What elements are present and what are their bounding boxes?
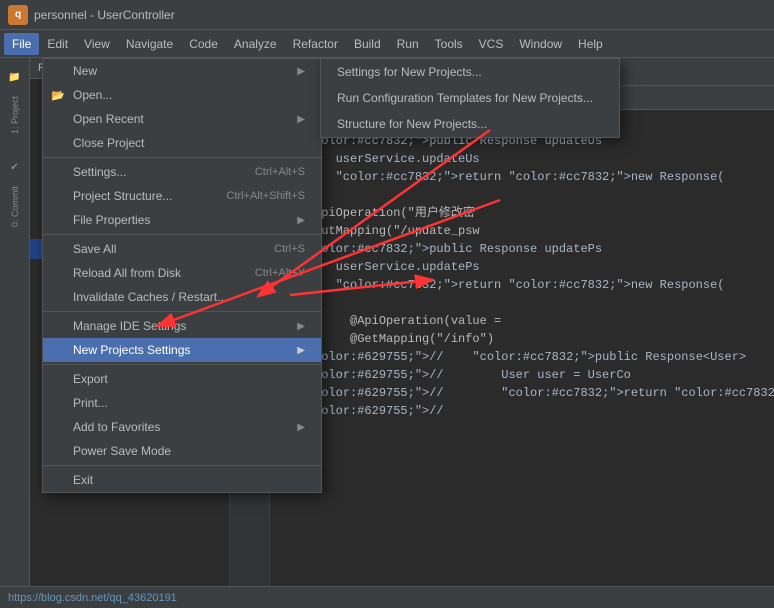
menu-analyze[interactable]: Analyze	[226, 33, 285, 55]
submenu-run-config[interactable]: Run Configuration Templates for New Proj…	[321, 85, 619, 111]
menu-exit[interactable]: Exit	[43, 468, 321, 492]
code-line: }	[278, 186, 766, 204]
menu-edit[interactable]: Edit	[39, 33, 76, 55]
menu-new-projects-settings[interactable]: New Projects Settings▶	[43, 338, 321, 362]
new-projects-submenu: Settings for New Projects... Run Configu…	[320, 58, 620, 138]
code-line: // @ApiOperation(value =	[278, 312, 766, 330]
activity-sidebar: 📁 1: Project ✔ 0: Commit	[0, 58, 30, 608]
menu-build[interactable]: Build	[346, 33, 389, 55]
submenu-structure[interactable]: Structure for New Projects...	[321, 111, 619, 137]
project-icon[interactable]: 📁	[2, 64, 28, 90]
menu-tools[interactable]: Tools	[427, 33, 471, 55]
divider-1	[43, 157, 321, 158]
status-bar: https://blog.csdn.net/qq_43620191	[0, 586, 774, 608]
menu-navigate[interactable]: Navigate	[118, 33, 181, 55]
code-line: "color:#cc7832;">return "color:#cc7832;"…	[278, 276, 766, 294]
menu-file[interactable]: File	[4, 33, 39, 55]
code-line: "color:#629755;">// User user = UserCo	[278, 366, 766, 384]
menu-bar: File Edit View Navigate Code Analyze Ref…	[0, 30, 774, 58]
code-line: @PutMapping("/update_psw	[278, 222, 766, 240]
commit-label: 0: Commit	[10, 186, 20, 227]
code-line: userService.updatePs	[278, 258, 766, 276]
menu-invalidate-caches[interactable]: Invalidate Caches / Restart...	[43, 285, 321, 309]
window-title: personnel - UserController	[34, 8, 175, 22]
code-content[interactable]: @PutMapping("/update_use "color:#cc7832;…	[270, 110, 774, 608]
code-line: userService.updateUs	[278, 150, 766, 168]
menu-save-all[interactable]: Save AllCtrl+S	[43, 237, 321, 261]
menu-add-to-favorites[interactable]: Add to Favorites▶	[43, 415, 321, 439]
code-line: "color:#629755;">//	[278, 402, 766, 420]
menu-open[interactable]: 📂 Open...	[43, 83, 321, 107]
menu-print[interactable]: Print...	[43, 391, 321, 415]
code-line: "color:#629755;">// "color:#cc7832;">pub…	[278, 348, 766, 366]
menu-manage-ide[interactable]: Manage IDE Settings▶	[43, 314, 321, 338]
code-line: // @GetMapping("/info")	[278, 330, 766, 348]
menu-export[interactable]: Export	[43, 367, 321, 391]
menu-close-project[interactable]: Close Project	[43, 131, 321, 155]
open-icon: 📂	[51, 89, 65, 102]
divider-2	[43, 234, 321, 235]
menu-vcs[interactable]: VCS	[471, 33, 512, 55]
code-line: @ApiOperation("用户修改密	[278, 204, 766, 222]
code-line: }	[278, 294, 766, 312]
code-line: "color:#cc7832;">public Response updateP…	[278, 240, 766, 258]
menu-settings[interactable]: Settings...Ctrl+Alt+S	[43, 160, 321, 184]
menu-new[interactable]: New▶	[43, 59, 321, 83]
menu-view[interactable]: View	[76, 33, 118, 55]
file-menu-dropdown: New▶ 📂 Open... Open Recent▶ Close Projec…	[42, 58, 322, 493]
menu-reload-all[interactable]: Reload All from DiskCtrl+Alt+Y	[43, 261, 321, 285]
divider-3	[43, 311, 321, 312]
menu-refactor[interactable]: Refactor	[285, 33, 346, 55]
project-label: 1: Project	[10, 96, 20, 134]
menu-help[interactable]: Help	[570, 33, 611, 55]
status-url: https://blog.csdn.net/qq_43620191	[8, 592, 177, 604]
menu-window[interactable]: Window	[511, 33, 570, 55]
divider-4	[43, 364, 321, 365]
menu-run[interactable]: Run	[389, 33, 427, 55]
menu-power-save[interactable]: Power Save Mode	[43, 439, 321, 463]
code-line: "color:#629755;">// "color:#cc7832;">ret…	[278, 384, 766, 402]
app-logo: q	[8, 5, 28, 25]
menu-open-recent[interactable]: Open Recent▶	[43, 107, 321, 131]
submenu-settings-for-new[interactable]: Settings for New Projects...	[321, 59, 619, 85]
menu-project-structure[interactable]: Project Structure...Ctrl+Alt+Shift+S	[43, 184, 321, 208]
menu-file-properties[interactable]: File Properties▶	[43, 208, 321, 232]
code-line: "color:#cc7832;">return "color:#cc7832;"…	[278, 168, 766, 186]
menu-code[interactable]: Code	[181, 33, 226, 55]
title-bar: q personnel - UserController	[0, 0, 774, 30]
commit-icon[interactable]: ✔	[2, 154, 28, 180]
divider-5	[43, 465, 321, 466]
